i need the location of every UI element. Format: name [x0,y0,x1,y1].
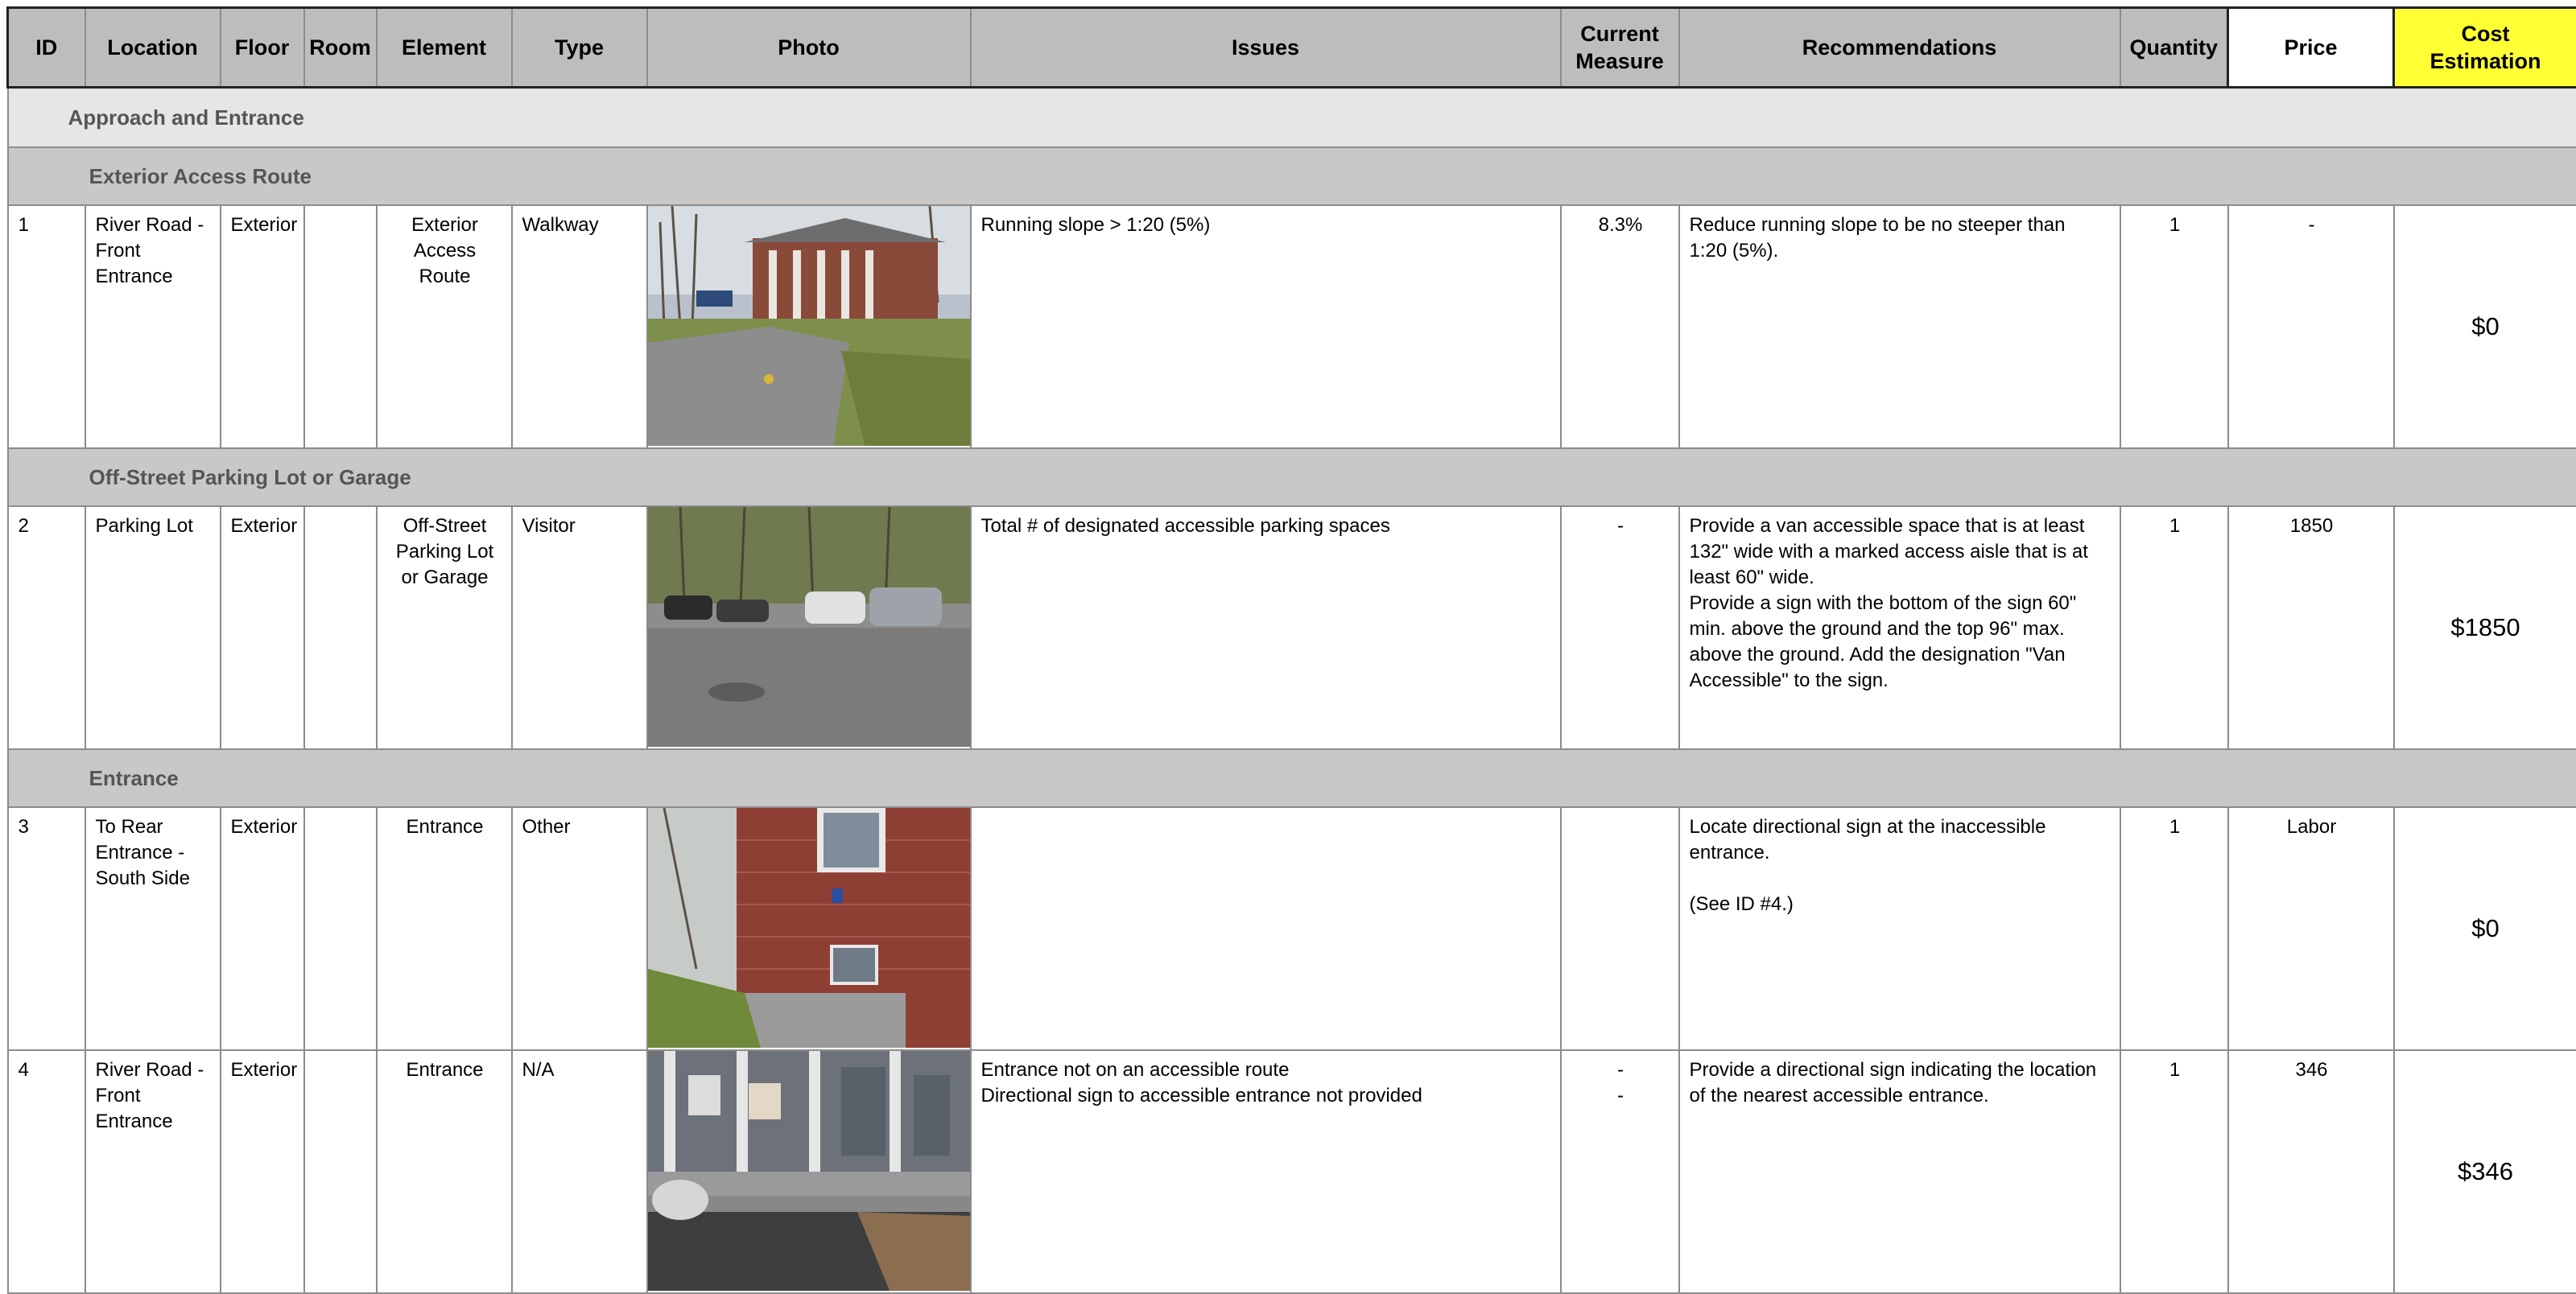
cell-recommendations: Locate directional sign at the inaccessi… [1680,808,2120,917]
cell-price: 1850 [2229,507,2393,539]
cell-type: Other [513,808,646,840]
cell-floor: Exterior [221,507,303,539]
cell-cost-estimation[interactable]: $0 [2394,205,2576,448]
cell-floor: Exterior [221,808,303,840]
cell-issues [972,808,1560,814]
parking-lot-photo-icon [648,507,970,747]
photo-brick-wall[interactable] [647,807,971,1050]
photo-front-porch[interactable] [647,1050,971,1293]
photo-building-walkway[interactable] [647,205,971,448]
cell-id: 4 [9,1051,85,1083]
col-header-floor[interactable]: Floor [221,8,304,88]
col-header-photo[interactable]: Photo [647,8,971,88]
cell-issues: Total # of designated accessible parking… [972,507,1560,539]
cell-element: Off-Street Parking Lot or Garage [378,507,511,591]
cell-location: Parking Lot [86,507,220,539]
table-row[interactable]: 1 River Road - Front Entrance Exterior E… [8,205,2576,448]
cell-quantity: 1 [2121,507,2227,539]
section-row-parking: Off-Street Parking Lot or Garage [8,448,2576,506]
front-porch-photo-icon [648,1051,970,1291]
cell-price: 346 [2229,1051,2393,1083]
cell-floor: Exterior [221,206,303,238]
cell-location: River Road - Front Entrance [86,1051,220,1135]
cell-type: Walkway [513,206,646,238]
cell-recommendations: Reduce running slope to be no steeper th… [1680,206,2120,264]
cell-element: Exterior Access Route [378,206,511,290]
cell-location: River Road - Front Entrance [86,206,220,290]
col-header-room[interactable]: Room [304,8,377,88]
col-header-element[interactable]: Element [377,8,512,88]
col-header-id[interactable]: ID [8,8,85,88]
cell-type: N/A [513,1051,646,1083]
cell-quantity: 1 [2121,808,2227,840]
cell-cost-estimation[interactable]: $1850 [2394,506,2576,749]
cell-recommendations: Provide a van accessible space that is a… [1680,507,2120,694]
col-header-type[interactable]: Type [512,8,647,88]
cell-current-measure: 8.3% [1562,206,1678,238]
cell-room [305,507,376,513]
section-title-parking: Off-Street Parking Lot or Garage [8,448,2576,506]
col-header-price[interactable]: Price [2228,8,2394,88]
cell-price: Labor [2229,808,2393,840]
cell-location: To Rear Entrance - South Side [86,808,220,892]
cell-room [305,808,376,814]
cell-issues: Entrance not on an accessible route Dire… [972,1051,1560,1109]
section-row-approach: Approach and Entrance [8,88,2576,148]
building-walkway-photo-icon [648,206,970,446]
cell-id: 2 [9,507,85,539]
accessibility-report-table: ID Location Floor Room Element Type Phot… [6,6,2576,1294]
cell-id: 1 [9,206,85,238]
cell-price: - [2229,206,2393,238]
cell-id: 3 [9,808,85,840]
section-title-exterior-route: Exterior Access Route [8,147,2576,205]
col-header-quantity[interactable]: Quantity [2120,8,2228,88]
cell-quantity: 1 [2121,1051,2227,1083]
photo-parking-lot[interactable] [647,506,971,749]
cell-floor: Exterior [221,1051,303,1083]
cell-room [305,1051,376,1057]
cell-cost-estimation[interactable]: $346 [2394,1050,2576,1293]
col-header-cost-estimation[interactable]: Cost Estimation [2394,8,2576,88]
cell-quantity: 1 [2121,206,2227,238]
section-row-entrance: Entrance [8,749,2576,807]
table-row[interactable]: 2 Parking Lot Exterior Off-Street Parkin… [8,506,2576,749]
col-header-recommendations[interactable]: Recommendations [1679,8,2120,88]
cell-element: Entrance [378,1051,511,1083]
section-row-exterior-route: Exterior Access Route [8,147,2576,205]
table-row[interactable]: 4 River Road - Front Entrance Exterior E… [8,1050,2576,1293]
brick-wall-photo-icon [648,808,970,1048]
cell-room [305,206,376,212]
header-row: ID Location Floor Room Element Type Phot… [8,8,2576,88]
cell-cost-estimation[interactable]: $0 [2394,807,2576,1050]
col-header-current-measure[interactable]: Current Measure [1561,8,1679,88]
col-header-issues[interactable]: Issues [971,8,1561,88]
cell-element: Entrance [378,808,511,840]
cell-current-measure: - [1562,507,1678,539]
section-title-approach: Approach and Entrance [8,88,2576,148]
cell-current-measure: - - [1562,1051,1678,1109]
col-header-location[interactable]: Location [85,8,221,88]
section-title-entrance: Entrance [8,749,2576,807]
cell-issues: Running slope > 1:20 (5%) [972,206,1560,238]
cell-current-measure [1562,808,1678,814]
cell-recommendations: Provide a directional sign indicating th… [1680,1051,2120,1109]
table-row[interactable]: 3 To Rear Entrance - South Side Exterior… [8,807,2576,1050]
cell-type: Visitor [513,507,646,539]
